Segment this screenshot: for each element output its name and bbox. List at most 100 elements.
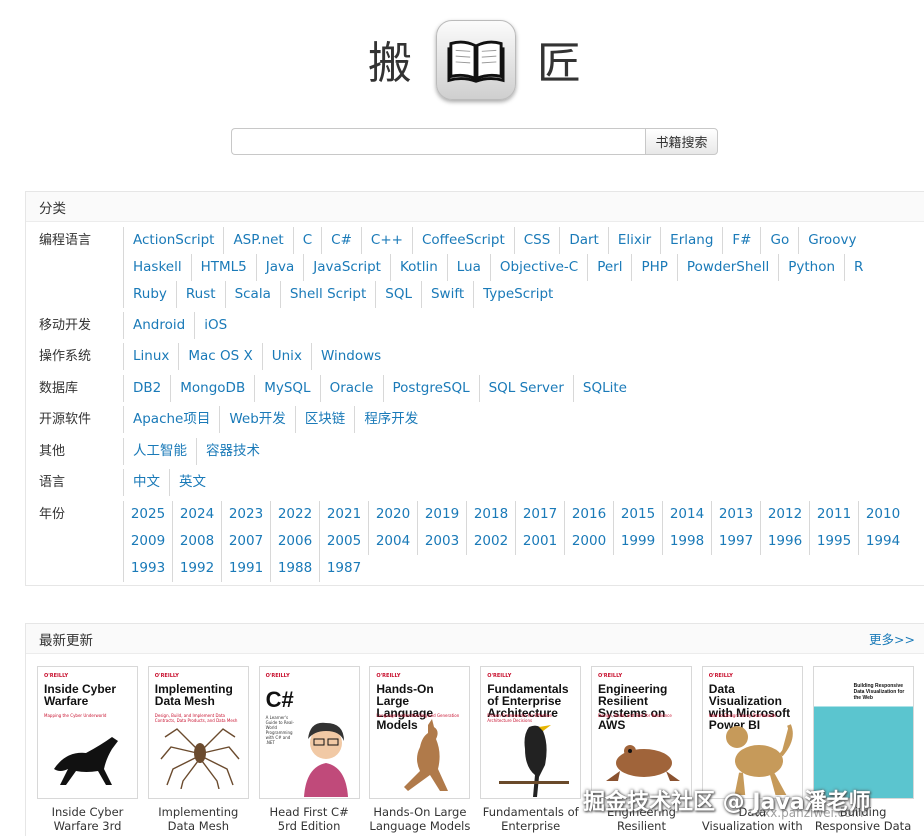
category-link[interactable]: Objective-C [489,254,587,281]
category-link[interactable]: Groovy [798,227,865,254]
category-link[interactable]: 2000 [564,528,613,555]
book-card[interactable]: O'REILLY Hands-On Large Language Models La… [369,666,471,835]
category-link[interactable]: 区块链 [294,406,355,433]
category-link[interactable]: JavaScript [303,254,390,281]
category-link[interactable]: 1991 [221,555,270,582]
category-link[interactable]: iOS [194,312,236,339]
category-link[interactable]: PostgreSQL [382,375,479,402]
category-link[interactable]: 1996 [760,528,809,555]
category-link[interactable]: SQL Server [478,375,573,402]
book-card[interactable]: O'REILLY Fundamentals of Enterprise Archi… [480,666,582,835]
category-link[interactable]: Python [778,254,844,281]
book-title[interactable]: Implementing Data Mesh [148,805,249,835]
book-card[interactable]: O'REILLY Implementing Data Mesh Design, Bu… [147,666,249,835]
category-link[interactable]: 1987 [319,555,368,582]
book-cover[interactable]: O'REILLY Inside Cyber Warfare Mapping the … [37,666,138,799]
category-link[interactable]: 1997 [711,528,760,555]
search-input[interactable] [231,128,645,155]
category-link[interactable]: 中文 [123,469,169,496]
more-link[interactable]: 更多>> [869,629,915,648]
book-cover[interactable]: O'REILLY Implementing Data Mesh Design, Bu… [147,666,249,799]
category-link[interactable]: Dart [559,227,608,254]
category-link[interactable]: 2002 [466,528,515,555]
category-link[interactable]: 2016 [564,501,613,528]
category-link[interactable]: 2017 [515,501,564,528]
site-logo[interactable]: 搬 匠 [0,18,924,104]
category-link[interactable]: Oracle [319,375,383,402]
category-link[interactable]: 1994 [858,528,907,555]
book-cover[interactable]: Building Responsive Data Visualization f… [812,666,914,799]
category-link[interactable]: Elixir [607,227,660,254]
category-link[interactable]: DB2 [123,375,170,402]
book-cover[interactable]: O'REILLY Fundamentals of Enterprise Archi… [480,666,582,799]
book-cover[interactable]: O'REILLY C# A Learner's Guide to Real-Worl… [258,666,360,799]
category-link[interactable]: Unix [261,343,311,370]
search-button[interactable]: 书籍搜索 [645,128,718,155]
category-link[interactable]: Windows [310,343,390,370]
category-link[interactable]: Go [760,227,798,254]
category-link[interactable]: 2014 [662,501,711,528]
category-link[interactable]: 1992 [172,555,221,582]
category-link[interactable]: F# [722,227,760,254]
category-link[interactable]: 2019 [417,501,466,528]
category-link[interactable]: C# [321,227,361,254]
category-link[interactable]: Linux [123,343,178,370]
category-link[interactable]: Haskell [123,254,191,281]
category-link[interactable]: 程序开发 [354,406,427,433]
category-link[interactable]: Scala [224,281,280,308]
category-link[interactable]: 英文 [169,469,215,496]
category-link[interactable]: 2009 [123,528,172,555]
category-link[interactable]: HTML5 [190,254,256,281]
book-card[interactable]: O'REILLY C# A Learner's Guide to Real-Worl… [258,666,360,835]
category-link[interactable]: CSS [513,227,560,254]
category-link[interactable]: 2005 [319,528,368,555]
category-link[interactable]: Kotlin [389,254,447,281]
category-link[interactable]: 2021 [319,501,368,528]
category-link[interactable]: 2025 [123,501,172,528]
category-link[interactable]: MySQL [254,375,319,402]
category-link[interactable]: PowderShell [676,254,778,281]
category-link[interactable]: MongoDB [170,375,254,402]
category-link[interactable]: TypeScript [473,281,562,308]
category-link[interactable]: 2023 [221,501,270,528]
category-link[interactable]: 2018 [466,501,515,528]
category-link[interactable]: 1995 [809,528,858,555]
category-link[interactable]: 2024 [172,501,221,528]
category-link[interactable]: 2003 [417,528,466,555]
category-link[interactable]: 2008 [172,528,221,555]
book-cover[interactable]: O'REILLY Data Visualization with Microsof… [701,666,803,799]
category-link[interactable]: 2010 [858,501,907,528]
category-link[interactable]: 2013 [711,501,760,528]
category-link[interactable]: Mac OS X [178,343,261,370]
category-link[interactable]: Lua [446,254,490,281]
category-link[interactable]: R [844,254,872,281]
category-link[interactable]: Rust [175,281,225,308]
category-link[interactable]: 1993 [123,555,172,582]
category-link[interactable]: Apache项目 [123,406,219,433]
book-cover[interactable]: O'REILLY Hands-On Large Language Models La… [369,666,471,799]
category-link[interactable]: 1998 [662,528,711,555]
category-link[interactable]: SQLite [572,375,636,402]
book-title[interactable]: Inside Cyber Warfare 3rd Edition [37,805,138,835]
category-link[interactable]: 2011 [809,501,858,528]
category-link[interactable]: 2015 [613,501,662,528]
category-link[interactable]: CoffeeScript [411,227,514,254]
category-link[interactable]: ASP.net [223,227,292,254]
category-link[interactable]: Android [123,312,194,339]
category-link[interactable]: Perl [587,254,631,281]
category-link[interactable]: C [292,227,321,254]
category-link[interactable]: 1999 [613,528,662,555]
category-link[interactable]: C++ [360,227,412,254]
category-link[interactable]: 2006 [270,528,319,555]
category-link[interactable]: 1988 [270,555,319,582]
category-link[interactable]: PHP [631,254,676,281]
book-title[interactable]: Hands-On Large Language Models [369,805,470,835]
category-link[interactable]: 2020 [368,501,417,528]
category-link[interactable]: Swift [420,281,473,308]
book-title[interactable]: Head First C# 5rd Edition [259,805,360,835]
category-link[interactable]: 人工智能 [123,438,196,465]
category-link[interactable]: 2004 [368,528,417,555]
category-link[interactable]: 2012 [760,501,809,528]
category-link[interactable]: ActionScript [123,227,223,254]
category-link[interactable]: Erlang [660,227,722,254]
